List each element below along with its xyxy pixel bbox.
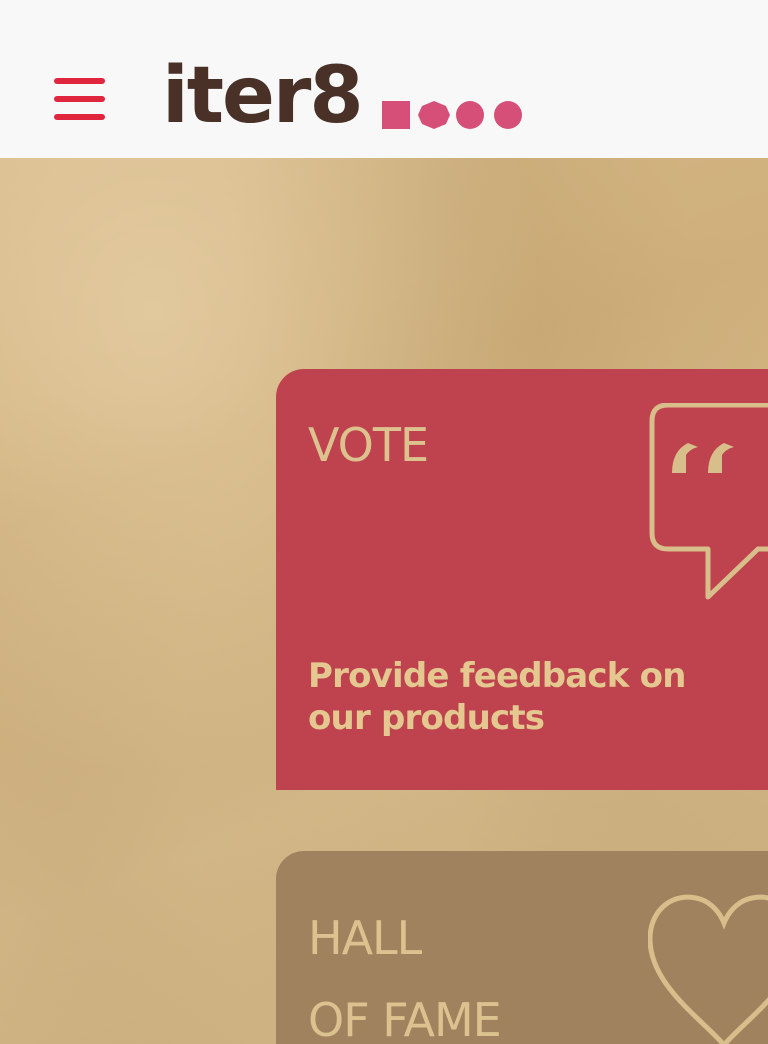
logo-text: iter8	[162, 51, 364, 141]
vote-card[interactable]: VOTE Provide feedback on our products	[276, 369, 768, 790]
hamburger-menu-icon	[54, 78, 105, 84]
logo[interactable]: iter8	[162, 48, 522, 141]
speech-bubble-quote-icon	[649, 403, 768, 600]
card-description: Provide feedback on our products	[308, 656, 686, 738]
card-title: VOTE	[308, 418, 429, 472]
header: iter8	[0, 0, 768, 158]
dots-icon	[382, 101, 522, 129]
hall-of-fame-card[interactable]: HALL OF FAME	[276, 851, 768, 1044]
heart-icon	[648, 894, 768, 1044]
card-title: HALL OF FAME	[308, 911, 502, 1044]
menu-button[interactable]	[54, 78, 106, 122]
